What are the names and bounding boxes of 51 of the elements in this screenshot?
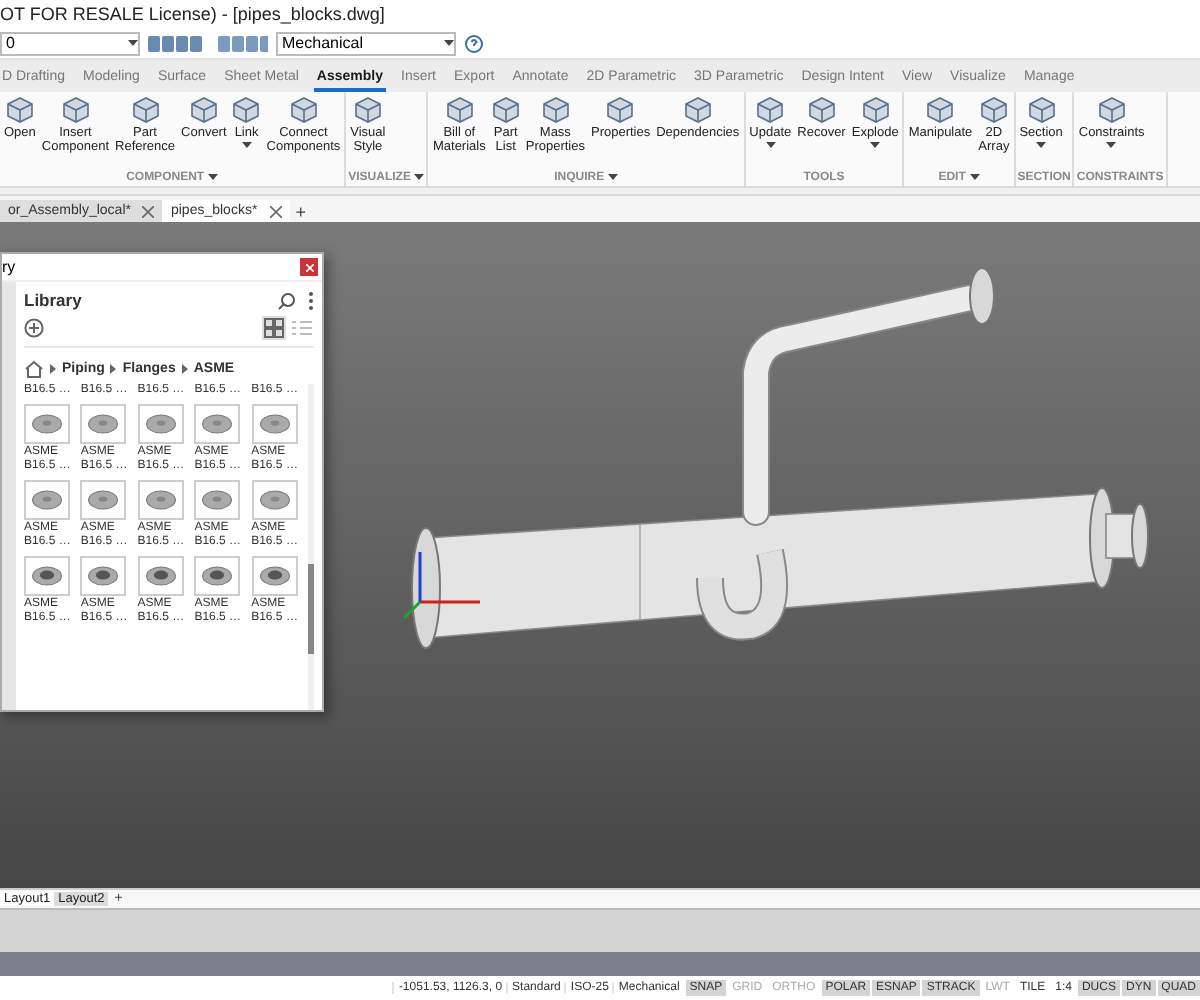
chevron-icon [50,364,56,374]
caret-icon [1106,142,1117,148]
chevron-icon [181,364,188,374]
cube-icon [861,96,890,124]
caret-icon [1036,142,1047,148]
add-icon[interactable] [24,318,44,338]
caret-icon [241,142,252,148]
caret-icon [969,174,980,180]
axis-icon [402,552,480,620]
cube-icon [979,96,1008,124]
panel-title: ry [2,258,16,276]
caret-icon [870,142,881,148]
library-title: Library [24,290,82,310]
help-icon[interactable] [464,33,484,53]
home-icon[interactable] [24,360,44,378]
chevron-icon [110,364,117,374]
close-icon [305,263,313,271]
close-icon[interactable] [142,205,155,217]
cube-icon [232,96,261,124]
caret-icon [608,174,619,180]
more-icon[interactable] [308,291,314,309]
layer-dropdown[interactable]: 0 [0,31,140,55]
cube-icon [5,96,34,124]
cube-icon [491,96,520,124]
cube-icon [289,96,318,124]
cube-icon [189,96,218,124]
cube-icon [756,96,785,124]
cube-icon [131,96,160,124]
caret-icon [765,142,776,148]
cube-icon [683,96,712,124]
window-title: OT FOR RESALE License) - [pipes_blocks.dwg] [0,2,385,28]
grid-view-button[interactable] [262,316,286,340]
close-icon[interactable] [269,205,282,217]
cube-icon [926,96,955,124]
cube-icon [445,96,474,124]
scrollbar-thumb[interactable] [308,563,314,655]
cube-icon [807,96,836,124]
workspace-dropdown[interactable]: Mechanical [276,31,456,55]
caret-icon [208,174,219,180]
caret-icon [444,40,454,46]
cube-icon [61,96,90,124]
close-button[interactable] [300,258,318,276]
new-tab-button[interactable]: + [289,202,312,222]
cube-icon [541,96,570,124]
cube-icon [1097,96,1126,124]
cube-icon [353,96,382,124]
cube-icon [1027,96,1056,124]
search-icon[interactable] [278,291,296,309]
caret-icon [414,174,425,180]
caret-icon [128,40,138,46]
cube-icon [606,96,635,124]
